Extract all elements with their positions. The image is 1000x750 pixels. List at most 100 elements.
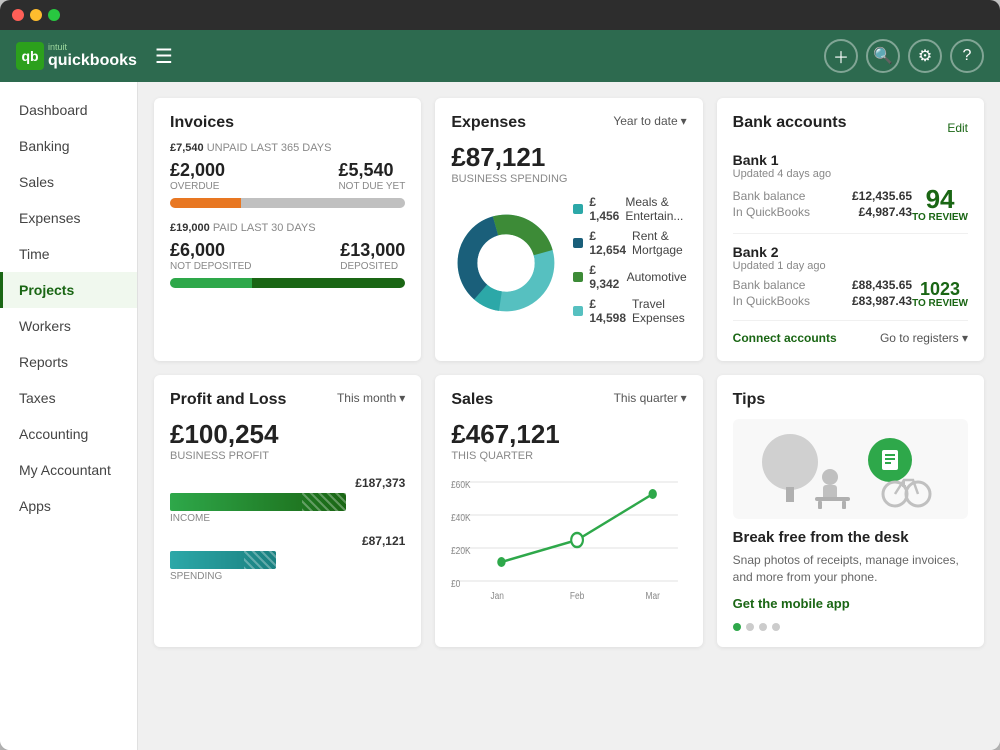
sidebar-item-banking[interactable]: Banking [0, 128, 137, 164]
bank-accounts-card: Bank accounts Edit Bank 1 Updated 4 days… [717, 98, 984, 361]
sales-amount: £467,121 [451, 419, 686, 450]
menu-toggle-button[interactable]: ☰ [151, 40, 177, 73]
invoices-overdue-bar [170, 198, 405, 208]
expenses-legend: £ 1,456 Meals & Entertain... £ 12,654 Re… [573, 195, 686, 331]
invoices-notdeposited-amount: £6,000 [170, 240, 252, 261]
connect-accounts-link[interactable]: Connect accounts [733, 331, 837, 345]
tips-card-title: Break free from the desk [733, 529, 968, 546]
expenses-period-selector[interactable]: Year to date ▾ [613, 114, 686, 128]
add-button[interactable]: ＋ [824, 39, 858, 73]
sidebar-item-expenses[interactable]: Expenses [0, 200, 137, 236]
tips-dot-1[interactable] [746, 623, 754, 631]
invoices-card: Invoices £7,540 UNPAID LAST 365 DAYS £2,… [154, 98, 421, 361]
maximize-button[interactable] [48, 9, 60, 21]
bank2-balance-row: Bank balance £88,435.65 [733, 278, 912, 292]
search-button[interactable]: 🔍 [866, 39, 900, 73]
invoices-paid-label: £19,000 PAID LAST 30 DAYS [170, 222, 405, 234]
topbar-left: qb intuit quickbooks ☰ [16, 40, 177, 73]
sidebar-item-projects[interactable]: Projects [0, 272, 137, 308]
deposited-bar-fill [252, 278, 405, 288]
bank1-review-number: 94 [912, 186, 968, 212]
svg-text:£40K: £40K [451, 512, 471, 523]
bank1-balance-info: Bank balance £12,435.65 In QuickBooks £4… [733, 189, 912, 221]
invoices-overdue-block: £2,000 OVERDUE [170, 160, 225, 192]
invoices-unpaid-label: £7,540 UNPAID LAST 365 DAYS [170, 142, 405, 154]
pl-spending-bar [170, 551, 276, 569]
sidebar-item-reports[interactable]: Reports [0, 344, 137, 380]
tips-dot-0[interactable] [733, 623, 741, 631]
invoices-notdeposited-block: £6,000 NOT DEPOSITED [170, 240, 252, 272]
expenses-card: Expenses Year to date ▾ £87,121 BUSINESS… [435, 98, 702, 361]
bank2-balances: Bank balance £88,435.65 In QuickBooks £8… [733, 278, 968, 310]
sidebar-item-time[interactable]: Time [0, 236, 137, 272]
invoices-notdue-block: £5,540 NOT DUE YET [338, 160, 405, 192]
profit-loss-card: Profit and Loss This month ▾ £100,254 BU… [154, 375, 421, 647]
invoices-title: Invoices [170, 114, 405, 132]
bank2-review-badge[interactable]: 1023 TO REVIEW [912, 280, 968, 309]
bank1-review-badge[interactable]: 94 TO REVIEW [912, 186, 968, 223]
tips-title: Tips [733, 391, 968, 409]
legend-dot-2 [573, 272, 583, 282]
svg-text:Mar: Mar [646, 590, 660, 601]
go-to-registers-link[interactable]: Go to registers ▾ [880, 331, 968, 345]
notdue-bar-fill [241, 198, 406, 208]
bank2-updated: Updated 1 day ago [733, 260, 968, 272]
expenses-donut-chart [451, 208, 561, 318]
pl-title: Profit and Loss [170, 391, 286, 409]
sales-period-selector[interactable]: This quarter ▾ [614, 391, 687, 405]
pl-income-sub: INCOME [170, 513, 405, 524]
tips-card: Tips [717, 375, 984, 647]
bank1-balance-row: Bank balance £12,435.65 [733, 189, 912, 203]
tips-illustration [733, 419, 968, 519]
invoices-amounts-row: £2,000 OVERDUE £5,540 NOT DUE YET [170, 160, 405, 192]
sidebar-item-taxes[interactable]: Taxes [0, 380, 137, 416]
sidebar-item-apps[interactable]: Apps [0, 488, 137, 524]
bank2-review-label: TO REVIEW [912, 298, 968, 309]
invoices-deposited-block: £13,000 DEPOSITED [340, 240, 405, 272]
sidebar-item-accounting[interactable]: Accounting [0, 416, 137, 452]
bank2-balance-info: Bank balance £88,435.65 In QuickBooks £8… [733, 278, 912, 310]
bank2-qb-row: In QuickBooks £83,987.43 [733, 294, 912, 308]
notdeposited-bar-fill [170, 278, 252, 288]
sidebar-item-my-accountant[interactable]: My Accountant [0, 452, 137, 488]
expenses-body: £ 1,456 Meals & Entertain... £ 12,654 Re… [451, 195, 686, 331]
legend-dot-1 [573, 238, 583, 248]
main-content: Dashboard Banking Sales Expenses Time Pr… [0, 82, 1000, 750]
invoices-notdeposited-label: NOT DEPOSITED [170, 261, 252, 272]
invoices-deposited-bar [170, 278, 405, 288]
legend-item-3: £ 14,598 Travel Expenses [573, 297, 686, 325]
svg-text:£0: £0 [451, 578, 460, 589]
svg-text:£60K: £60K [451, 479, 471, 490]
legend-item-0: £ 1,456 Meals & Entertain... [573, 195, 686, 223]
bank2-name: Bank 2 [733, 244, 968, 260]
pl-income-bar-row: £187,373 INCOME [170, 476, 405, 524]
pl-period-selector[interactable]: This month ▾ [337, 391, 405, 405]
bank-edit-link[interactable]: Edit [947, 121, 968, 135]
legend-dot-3 [573, 306, 583, 316]
help-button[interactable]: ? [950, 39, 984, 73]
svg-text:£20K: £20K [451, 545, 471, 556]
pl-sub: BUSINESS PROFIT [170, 450, 405, 462]
invoices-notdue-label: NOT DUE YET [338, 181, 405, 192]
invoices-deposited-amount: £13,000 [340, 240, 405, 261]
tips-dot-3[interactable] [772, 623, 780, 631]
overdue-bar-fill [170, 198, 241, 208]
pl-income-bar [170, 493, 346, 511]
bank1-updated: Updated 4 days ago [733, 168, 968, 180]
pl-header: Profit and Loss This month ▾ [170, 391, 405, 419]
tips-mobile-link[interactable]: Get the mobile app [733, 596, 968, 611]
titlebar [0, 0, 1000, 30]
sidebar-item-dashboard[interactable]: Dashboard [0, 92, 137, 128]
legend-dot-0 [573, 204, 583, 214]
sidebar: Dashboard Banking Sales Expenses Time Pr… [0, 82, 138, 750]
close-button[interactable] [12, 9, 24, 21]
bank1-review-label: TO REVIEW [912, 212, 968, 223]
minimize-button[interactable] [30, 9, 42, 21]
sidebar-item-sales[interactable]: Sales [0, 164, 137, 200]
settings-button[interactable]: ⚙ [908, 39, 942, 73]
tips-dot-2[interactable] [759, 623, 767, 631]
invoices-notdue-amount: £5,540 [338, 160, 405, 181]
sidebar-item-workers[interactable]: Workers [0, 308, 137, 344]
sales-chart: £0 £20K £40K £60K [451, 472, 686, 602]
bank-connect-row: Connect accounts Go to registers ▾ [733, 331, 968, 345]
